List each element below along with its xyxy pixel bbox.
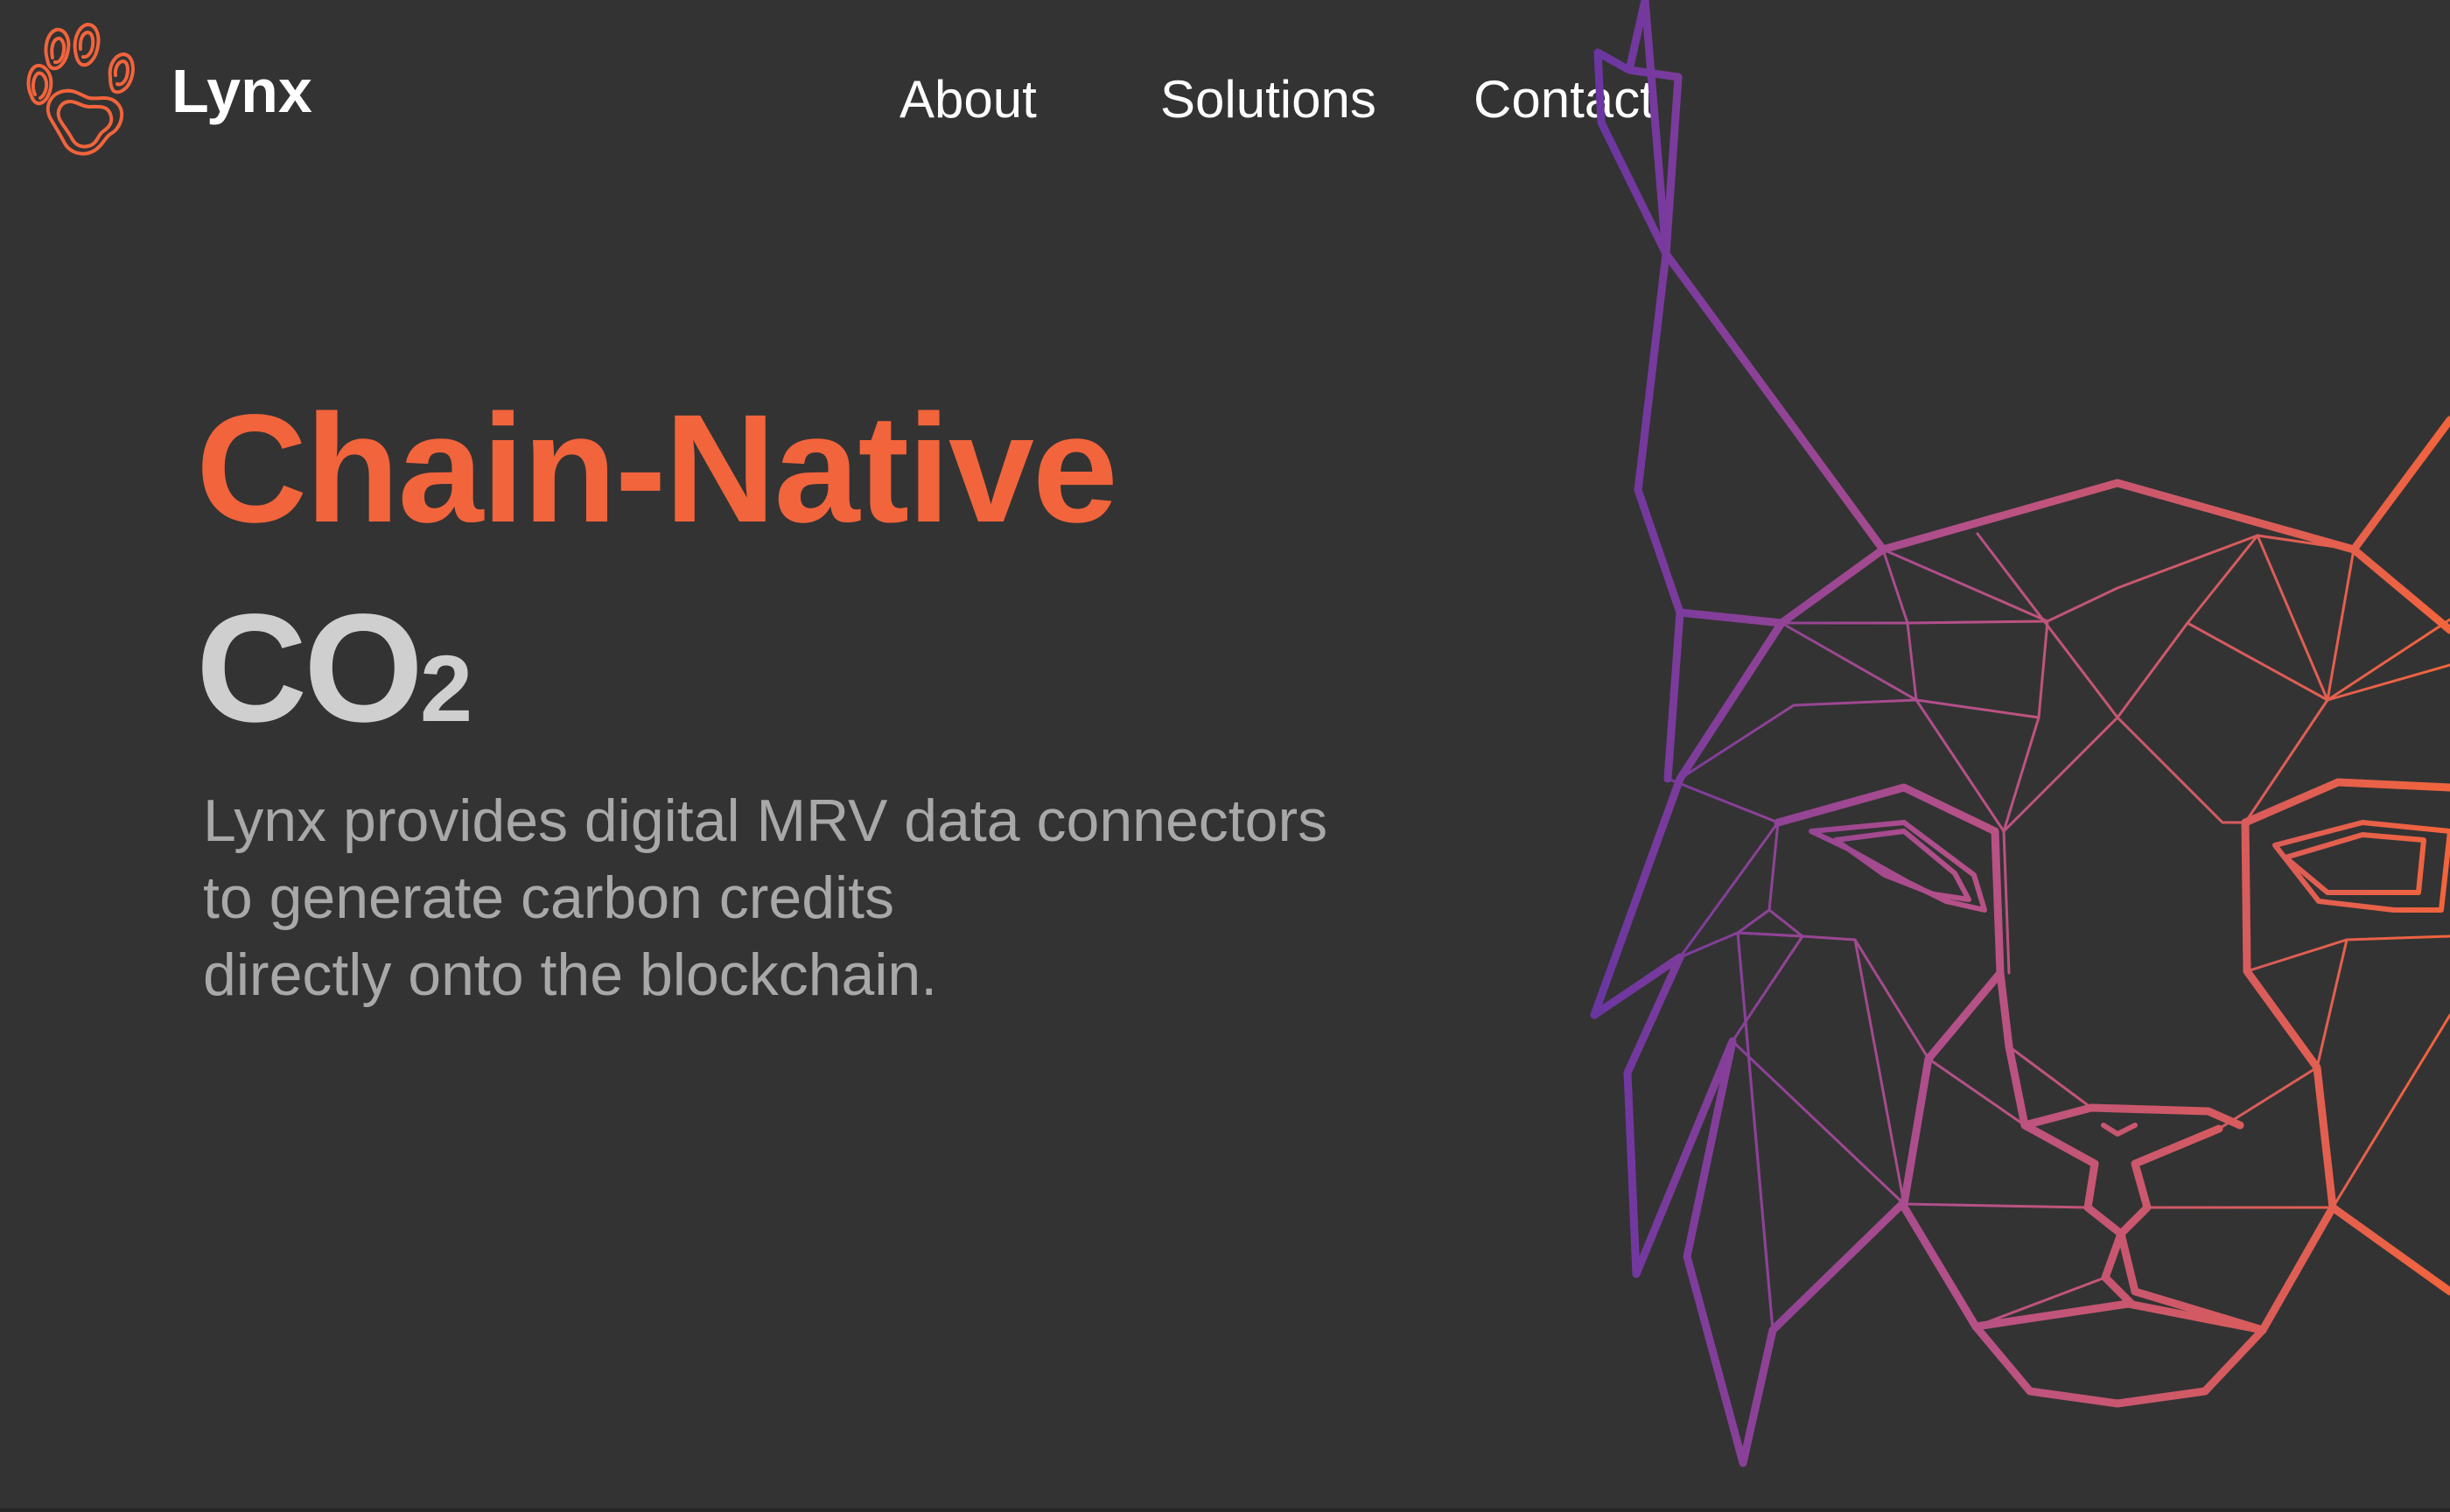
lynx-head-illustration xyxy=(1590,0,2450,1467)
co2-subscript: 2 xyxy=(420,635,473,741)
page-bottom-border xyxy=(0,1508,2450,1512)
nav-link-solutions[interactable]: Solutions xyxy=(1160,66,1376,133)
hero-description: Lynx provides digital MRV data connector… xyxy=(203,782,1516,1013)
paw-icon xyxy=(26,23,135,156)
hero-co2-heading: CO2 xyxy=(196,592,472,746)
brand-home-link[interactable]: Lynx xyxy=(24,21,312,161)
brand-name: Lynx xyxy=(172,57,312,125)
hero-title: Chain-Native xyxy=(196,383,1118,555)
co2-main: CO xyxy=(196,583,424,754)
landing-page: Lynx About Solutions Contact Chain-Nativ… xyxy=(0,0,2450,1512)
hero-description-line: to generate carbon credits xyxy=(203,864,895,931)
hero-description-line: Lynx provides digital MRV data connector… xyxy=(203,788,1328,854)
nav-link-about[interactable]: About xyxy=(900,66,1037,133)
nav-link-contact[interactable]: Contact xyxy=(1474,66,1655,133)
hero-description-line: directly onto the blockchain. xyxy=(203,942,938,1008)
